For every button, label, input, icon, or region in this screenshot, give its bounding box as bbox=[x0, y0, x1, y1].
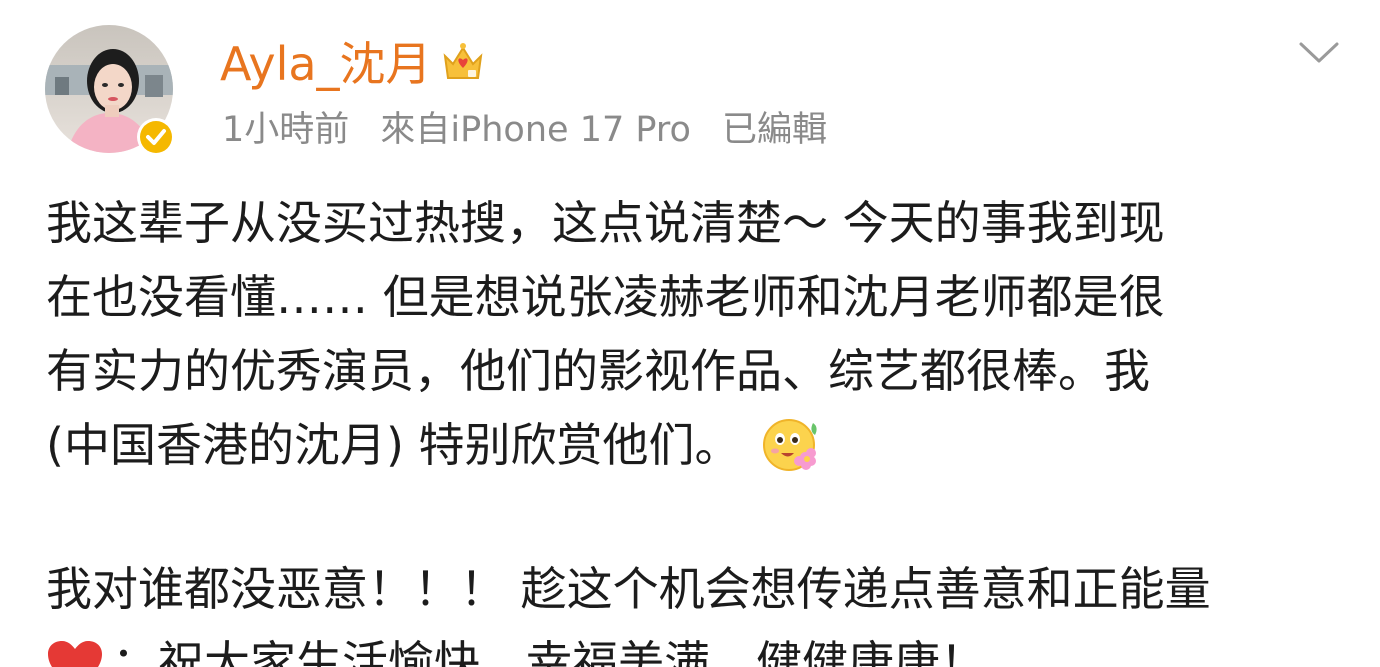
post-text-line: 在也没看懂…… 但是想说张凌赫老师和沈月老师都是很 bbox=[46, 270, 1165, 324]
post-text-line: ：祝大家生活愉快，幸福美满，健健康康！ bbox=[112, 636, 986, 667]
post-text-line: (中国香港的沈月) 特别欣赏他们。 bbox=[46, 418, 741, 472]
weibo-post-card: Ayla_沈月 1小時前 來自iPhone 17 Pro 已編輯 我这辈子从没买… bbox=[0, 0, 1380, 667]
post-text-line: 我这辈子从没买过热搜，这点说清楚～ 今天的事我到现 bbox=[46, 196, 1165, 250]
post-source[interactable]: 來自iPhone 17 Pro bbox=[380, 110, 690, 150]
verified-check-icon bbox=[137, 118, 175, 156]
post-meta: 1小時前 來自iPhone 17 Pro 已編輯 bbox=[222, 108, 827, 152]
post-edited[interactable]: 已編輯 bbox=[722, 110, 827, 150]
post-body: 我这辈子从没买过热搜，这点说清楚～ 今天的事我到现 在也没看懂…… 但是想说张凌… bbox=[46, 186, 1346, 667]
post-text-line-with-emoji: (中国香港的沈月) 特别欣赏他们。 bbox=[46, 408, 1346, 482]
chevron-down-icon[interactable] bbox=[1298, 40, 1340, 66]
author-name[interactable]: Ayla_沈月 bbox=[220, 36, 432, 92]
post-text-line: 有实力的优秀演员，他们的影视作品、综艺都很棒。我 bbox=[46, 344, 1150, 398]
post-time: 1小時前 bbox=[222, 110, 350, 150]
red-heart-icon bbox=[48, 641, 102, 667]
flower-face-emoji bbox=[762, 419, 817, 471]
post-text-line: 我对谁都没恶意！！！ 趁这个机会想传递点善意和正能量 bbox=[46, 562, 1211, 616]
crown-icon[interactable] bbox=[440, 38, 486, 84]
post-text-line-with-heart: ：祝大家生活愉快，幸福美满，健健康康！ bbox=[46, 626, 1346, 667]
